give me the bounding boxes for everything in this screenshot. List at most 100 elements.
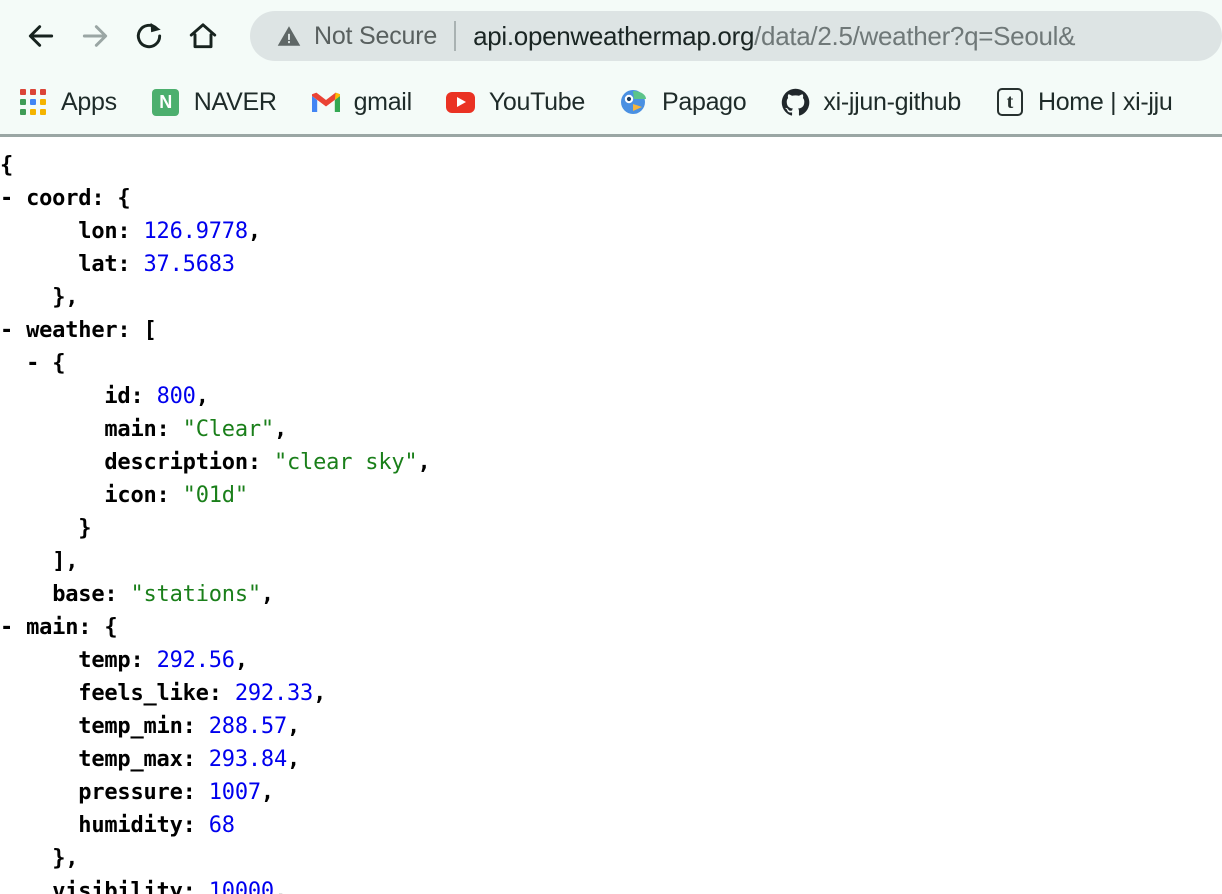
json-line-list: {- coord: { lon: 126.9778, lat: 37.5683 …	[0, 149, 1222, 894]
bookmark-label: xi-jjun-github	[823, 87, 961, 116]
tumblr-icon: t	[995, 87, 1025, 117]
json-punctuation: ,	[417, 450, 431, 475]
json-punctuation: },	[52, 846, 79, 871]
json-punctuation: ,	[287, 747, 301, 772]
json-line: }	[0, 512, 1222, 545]
json-key: pressure:	[78, 780, 196, 805]
json-value-number: 292.33	[234, 681, 314, 706]
json-value-number: 10000	[208, 879, 274, 894]
json-value-number: 126.9778	[143, 219, 249, 244]
github-icon	[780, 87, 810, 117]
bookmark-naver[interactable]: N NAVER	[149, 80, 279, 124]
json-punctuation: ,	[195, 384, 209, 409]
collapse-toggle[interactable]: -	[0, 318, 13, 343]
url-path: /data/2.5/weather?q=Seoul&	[754, 20, 1076, 51]
json-line: - main: {	[0, 611, 1222, 644]
bookmark-papago[interactable]: Papago	[617, 80, 748, 124]
json-line: },	[0, 281, 1222, 314]
naver-icon: N	[151, 87, 181, 117]
json-line: - weather: [	[0, 314, 1222, 347]
json-viewer-content: {- coord: { lon: 126.9778, lat: 37.5683 …	[0, 137, 1222, 894]
address-bar[interactable]: Not Secure api.openweathermap.org/data/2…	[250, 11, 1222, 61]
json-punctuation: {	[104, 615, 118, 640]
json-value-number: 800	[156, 384, 196, 409]
json-line: {	[0, 149, 1222, 182]
url-display[interactable]: api.openweathermap.org/data/2.5/weather?…	[473, 21, 1222, 52]
bookmark-label: Home | xi-jju	[1037, 87, 1173, 116]
forward-button[interactable]	[68, 9, 122, 63]
security-status-label: Not Secure	[314, 21, 438, 50]
json-line: temp_min: 288.57,	[0, 710, 1222, 743]
collapse-toggle[interactable]: -	[0, 186, 13, 211]
browser-toolbar: Not Secure api.openweathermap.org/data/2…	[0, 0, 1222, 72]
json-key: main:	[104, 417, 170, 442]
json-punctuation: {	[52, 351, 66, 376]
json-line: - coord: {	[0, 182, 1222, 215]
collapse-toggle[interactable]: -	[0, 615, 13, 640]
json-punctuation: [	[143, 318, 157, 343]
json-value-number: 292.56	[156, 648, 235, 673]
json-punctuation: {	[0, 153, 14, 178]
json-value-number: 68	[208, 813, 235, 838]
json-value-string: "clear sky"	[273, 450, 418, 475]
reload-button[interactable]	[122, 9, 176, 63]
json-value-number: 288.57	[208, 714, 288, 739]
json-line: pressure: 1007,	[0, 776, 1222, 809]
json-line: icon: "01d"	[0, 479, 1222, 512]
json-value-string: "stations"	[130, 582, 261, 607]
json-line: feels_like: 292.33,	[0, 677, 1222, 710]
json-line: humidity: 68	[0, 809, 1222, 842]
browser-chrome: Not Secure api.openweathermap.org/data/2…	[0, 0, 1222, 137]
json-line: temp: 292.56,	[0, 644, 1222, 677]
json-line: lon: 126.9778,	[0, 215, 1222, 248]
back-button[interactable]	[14, 9, 68, 63]
json-key: temp:	[78, 648, 144, 673]
url-host: api.openweathermap.org	[473, 20, 755, 51]
json-punctuation: ,	[247, 219, 261, 244]
json-key: lon:	[78, 219, 131, 244]
json-punctuation: ,	[260, 582, 274, 607]
json-punctuation: }	[78, 516, 92, 541]
json-punctuation: ,	[234, 648, 248, 673]
json-value-number: 1007	[208, 780, 261, 805]
json-line: - {	[0, 347, 1222, 380]
back-arrow-icon	[25, 20, 57, 52]
json-key: humidity:	[78, 813, 196, 838]
bookmark-label: gmail	[353, 87, 413, 116]
json-key: description:	[104, 450, 261, 475]
bookmarks-bar: Apps N NAVER gmail YouTube Papago xi-jju…	[0, 72, 1222, 132]
json-punctuation: {	[117, 186, 131, 211]
not-secure-warning-icon	[276, 23, 302, 49]
json-key: coord:	[26, 186, 105, 211]
json-key: lat:	[78, 252, 131, 277]
json-key: temp_min:	[78, 714, 196, 739]
json-line: id: 800,	[0, 380, 1222, 413]
json-line: temp_max: 293.84,	[0, 743, 1222, 776]
json-key: temp_max:	[78, 747, 196, 772]
json-punctuation: ,	[273, 417, 288, 442]
json-value-number: 37.5683	[143, 252, 236, 277]
json-key: main:	[26, 615, 92, 640]
bookmark-gmail[interactable]: gmail	[309, 80, 414, 124]
omnibox-divider	[454, 21, 457, 51]
bookmark-label: Papago	[661, 87, 747, 116]
json-line: visibility: 10000,	[0, 875, 1222, 894]
json-value-string: "Clear"	[182, 417, 275, 442]
json-line: description: "clear sky",	[0, 446, 1222, 479]
json-punctuation: ,	[313, 681, 327, 706]
bookmark-youtube[interactable]: YouTube	[444, 80, 587, 124]
bookmark-github[interactable]: xi-jjun-github	[778, 80, 963, 124]
bookmark-label: Apps	[61, 87, 117, 116]
collapse-toggle[interactable]: -	[26, 351, 39, 376]
papago-icon	[619, 87, 649, 117]
json-line: },	[0, 842, 1222, 875]
bookmark-tumblr-home[interactable]: t Home | xi-jju	[993, 80, 1175, 124]
json-key: weather:	[26, 318, 131, 343]
json-value-number: 293.84	[208, 747, 288, 772]
json-key: visibility:	[52, 879, 196, 894]
bookmark-label: NAVER	[193, 87, 277, 116]
youtube-icon	[446, 87, 476, 117]
home-button[interactable]	[176, 9, 230, 63]
bookmark-apps[interactable]: Apps	[16, 80, 119, 124]
json-punctuation: ,	[287, 714, 301, 739]
